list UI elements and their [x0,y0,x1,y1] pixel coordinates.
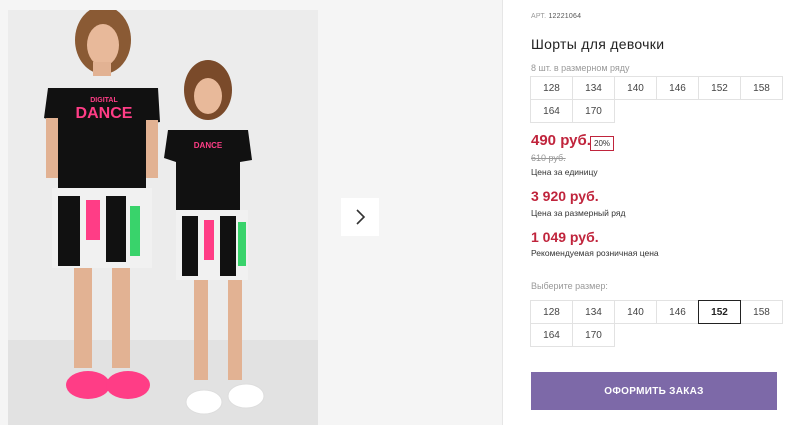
pack-size-cell: 140 [614,76,657,100]
shirt-print-top: DIGITAL [90,97,118,104]
place-order-button[interactable]: ОФОРМИТЬ ЗАКАЗ [531,372,777,410]
size-option[interactable]: 164 [530,323,573,347]
pack-size-grid: 128 134 140 146 152 158 164 170 [530,76,783,123]
pack-size-cell: 170 [572,99,615,123]
article-label: АРТ. [531,13,547,20]
product-title: Шорты для девочки [531,36,665,52]
size-option[interactable]: 140 [614,300,657,324]
article-number: АРТ. 12221064 [531,13,581,20]
girl-shirt-print: DANCE [194,141,223,150]
product-photo-illustration: DIGITAL DANCE DANCE [8,10,318,425]
pack-price-label: Цена за размерный ряд [531,208,626,218]
pack-price: 3 920 руб. [531,188,599,204]
next-image-button[interactable] [341,198,379,236]
product-gallery: DIGITAL DANCE DANCE [0,0,502,425]
pack-size-cell: 164 [530,99,573,123]
unit-price-label: Цена за единицу [531,167,598,177]
size-option-selected[interactable]: 152 [698,300,741,324]
discount-badge: 20% [590,136,615,151]
size-option[interactable]: 158 [740,300,783,324]
chevron-right-icon [356,209,366,225]
pack-note: 8 шт. в размерном ряду [531,63,630,73]
size-option[interactable]: 146 [656,300,699,324]
unit-price: 490 руб. [531,132,591,149]
product-photo[interactable]: DIGITAL DANCE DANCE [8,10,318,425]
pack-size-cell: 152 [698,76,741,100]
pack-size-cell: 146 [656,76,699,100]
retail-price: 1 049 руб. [531,229,599,245]
pack-size-cell: 128 [530,76,573,100]
pack-size-cell: 134 [572,76,615,100]
pack-size-cell: 158 [740,76,783,100]
size-option[interactable]: 170 [572,323,615,347]
size-option[interactable]: 128 [530,300,573,324]
old-price: 610 руб. [531,153,566,163]
size-option[interactable]: 134 [572,300,615,324]
article-value: 12221064 [548,13,582,20]
size-selector: 128 134 140 146 152 158 164 170 [530,300,783,347]
divider [502,0,503,425]
retail-price-label: Рекомендуемая розничная цена [531,248,659,258]
shirt-print-main: DANCE [76,105,133,122]
choose-size-label: Выберите размер: [531,281,608,291]
